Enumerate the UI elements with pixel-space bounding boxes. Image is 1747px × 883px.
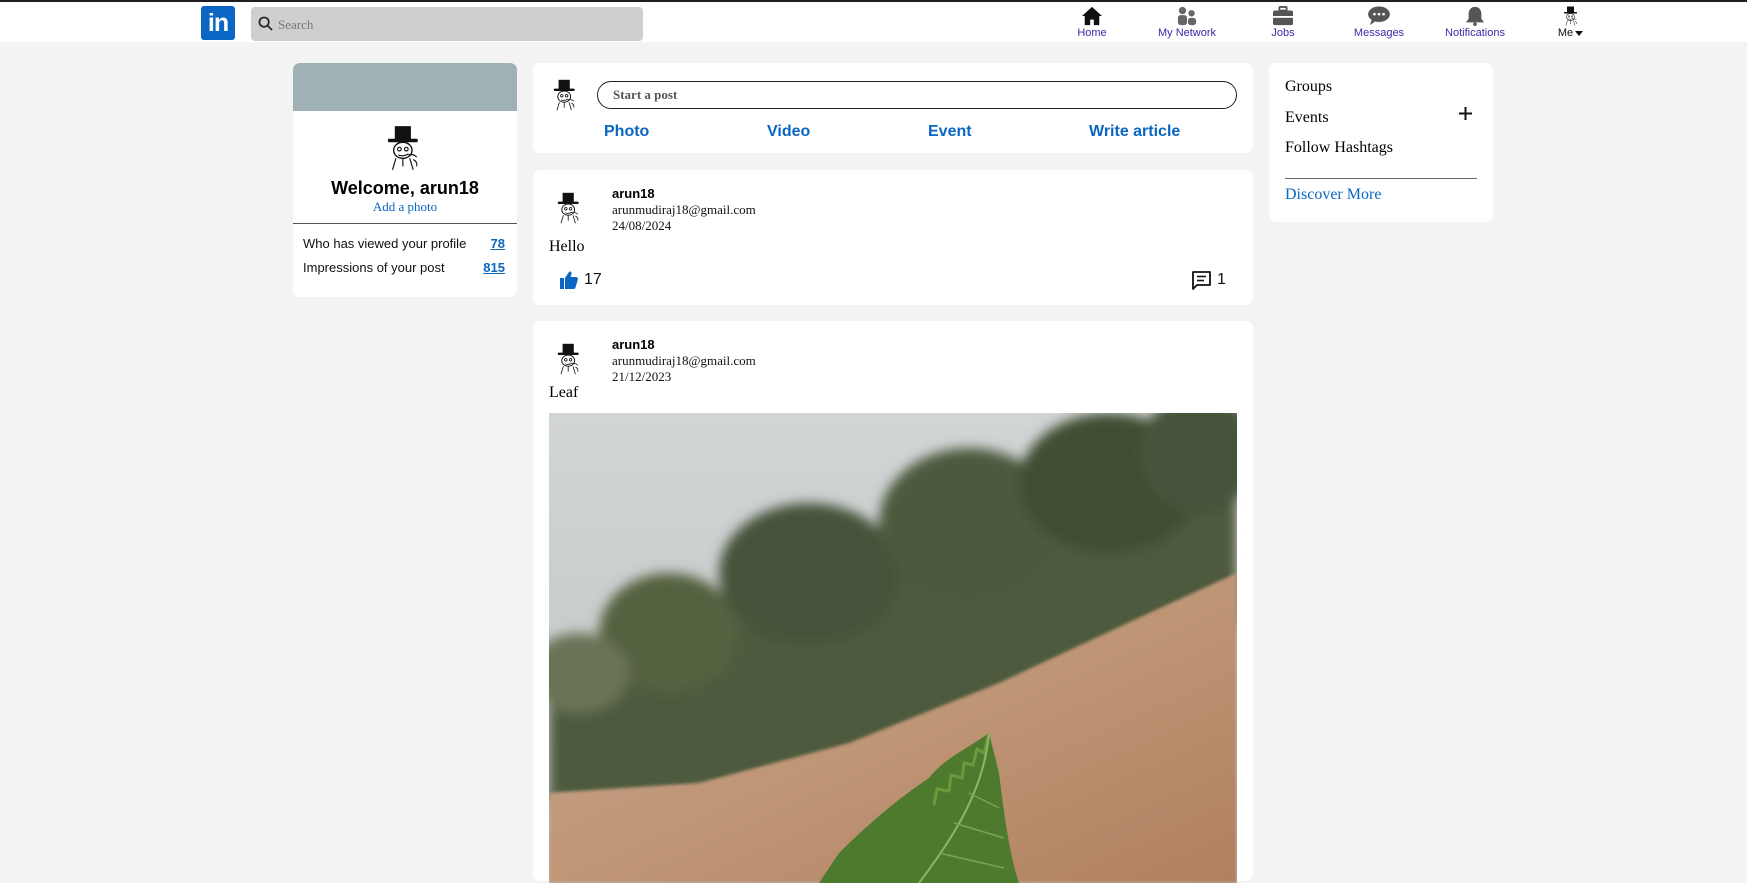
post-composer: Start a post Photo Video Event Write art… xyxy=(533,63,1253,153)
network-icon xyxy=(1177,6,1197,26)
post-author-email: arunmudiraj18@gmail.com xyxy=(612,353,756,368)
nav-notifications-label: Notifications xyxy=(1445,27,1505,39)
nav-my-network[interactable]: My Network xyxy=(1142,6,1232,44)
post-impressions-count[interactable]: 815 xyxy=(483,260,505,275)
post-date: 21/12/2023 xyxy=(612,369,672,384)
photo-button[interactable]: Photo xyxy=(604,123,649,141)
bell-icon xyxy=(1465,6,1485,26)
post-impressions-row[interactable]: Impressions of your post 815 xyxy=(303,260,505,275)
profile-banner xyxy=(293,63,517,111)
feed-post: arun18 arunmudiraj18@gmail.com 21/12/202… xyxy=(533,321,1253,883)
comment-count: 1 xyxy=(1217,271,1226,288)
nav-messages-label: Messages xyxy=(1353,27,1405,39)
thumbs-up-icon xyxy=(560,271,578,289)
add-photo-link[interactable]: Add a photo xyxy=(293,199,517,215)
linkedin-logo[interactable]: in xyxy=(201,6,235,40)
nav-messages[interactable]: Messages xyxy=(1334,6,1424,44)
post-author-name[interactable]: arun18 xyxy=(612,337,655,352)
post-image[interactable] xyxy=(549,413,1237,883)
post-text: Hello xyxy=(549,238,585,255)
divider xyxy=(1285,178,1477,179)
leaf-photo xyxy=(549,413,1237,883)
welcome-heading: Welcome, arun18 xyxy=(331,178,479,198)
post-author-avatar[interactable] xyxy=(553,343,585,375)
nav-me-label-wrap: Me xyxy=(1558,27,1584,40)
profile-views-label: Who has viewed your profile xyxy=(303,236,467,251)
divider xyxy=(293,223,517,224)
nav-home[interactable]: Home xyxy=(1047,6,1137,44)
discover-more-link[interactable]: Discover More xyxy=(1285,186,1381,204)
like-button[interactable]: 17 xyxy=(559,270,602,290)
video-button[interactable]: Video xyxy=(767,123,810,141)
nav-me-label: Me xyxy=(1557,27,1574,39)
feed-post: arun18 arunmudiraj18@gmail.com 24/08/202… xyxy=(533,170,1253,305)
composer-avatar xyxy=(549,79,581,111)
nav-home-label: Home xyxy=(1077,27,1107,39)
profile-card: Welcome, arun18 Add a photo Who has view… xyxy=(293,63,517,297)
search-box[interactable] xyxy=(251,7,643,43)
search-icon xyxy=(258,16,273,31)
nav-my-network-label: My Network xyxy=(1157,27,1217,39)
nav-jobs[interactable]: Jobs xyxy=(1238,6,1328,44)
post-text: Leaf xyxy=(549,384,579,401)
like-count: 17 xyxy=(584,271,602,288)
comment-button[interactable]: 1 xyxy=(1191,270,1226,290)
messages-icon xyxy=(1368,6,1390,26)
write-article-button[interactable]: Write article xyxy=(1089,123,1180,141)
search-input[interactable] xyxy=(276,7,640,43)
post-author-name[interactable]: arun18 xyxy=(612,186,655,201)
profile-views-count[interactable]: 78 xyxy=(491,236,505,251)
post-author-avatar[interactable] xyxy=(553,192,585,224)
sidebar-card: Groups Events Follow Hashtags Discover M… xyxy=(1269,63,1493,222)
top-navbar: in Home My Network Jobs xyxy=(0,0,1747,44)
nav-me[interactable]: Me xyxy=(1526,6,1616,44)
start-post-input[interactable]: Start a post xyxy=(597,81,1237,109)
post-date: 24/08/2024 xyxy=(612,218,672,233)
caret-down-icon xyxy=(1575,31,1584,36)
nav-jobs-label: Jobs xyxy=(1271,27,1295,39)
event-button[interactable]: Event xyxy=(928,123,972,141)
profile-views-row[interactable]: Who has viewed your profile 78 xyxy=(303,236,505,251)
avatar xyxy=(1561,6,1581,26)
plus-icon[interactable] xyxy=(1459,107,1472,120)
comment-icon xyxy=(1192,271,1211,290)
briefcase-icon xyxy=(1273,6,1293,26)
sidebar-item-groups[interactable]: Groups xyxy=(1285,78,1332,96)
post-impressions-label: Impressions of your post xyxy=(303,260,445,275)
profile-avatar[interactable] xyxy=(381,125,427,171)
post-author-email: arunmudiraj18@gmail.com xyxy=(612,202,756,217)
sidebar-item-follow-hashtags[interactable]: Follow Hashtags xyxy=(1285,139,1393,157)
sidebar-item-events[interactable]: Events xyxy=(1285,109,1329,127)
home-icon xyxy=(1082,6,1102,26)
nav-notifications[interactable]: Notifications xyxy=(1430,6,1520,44)
